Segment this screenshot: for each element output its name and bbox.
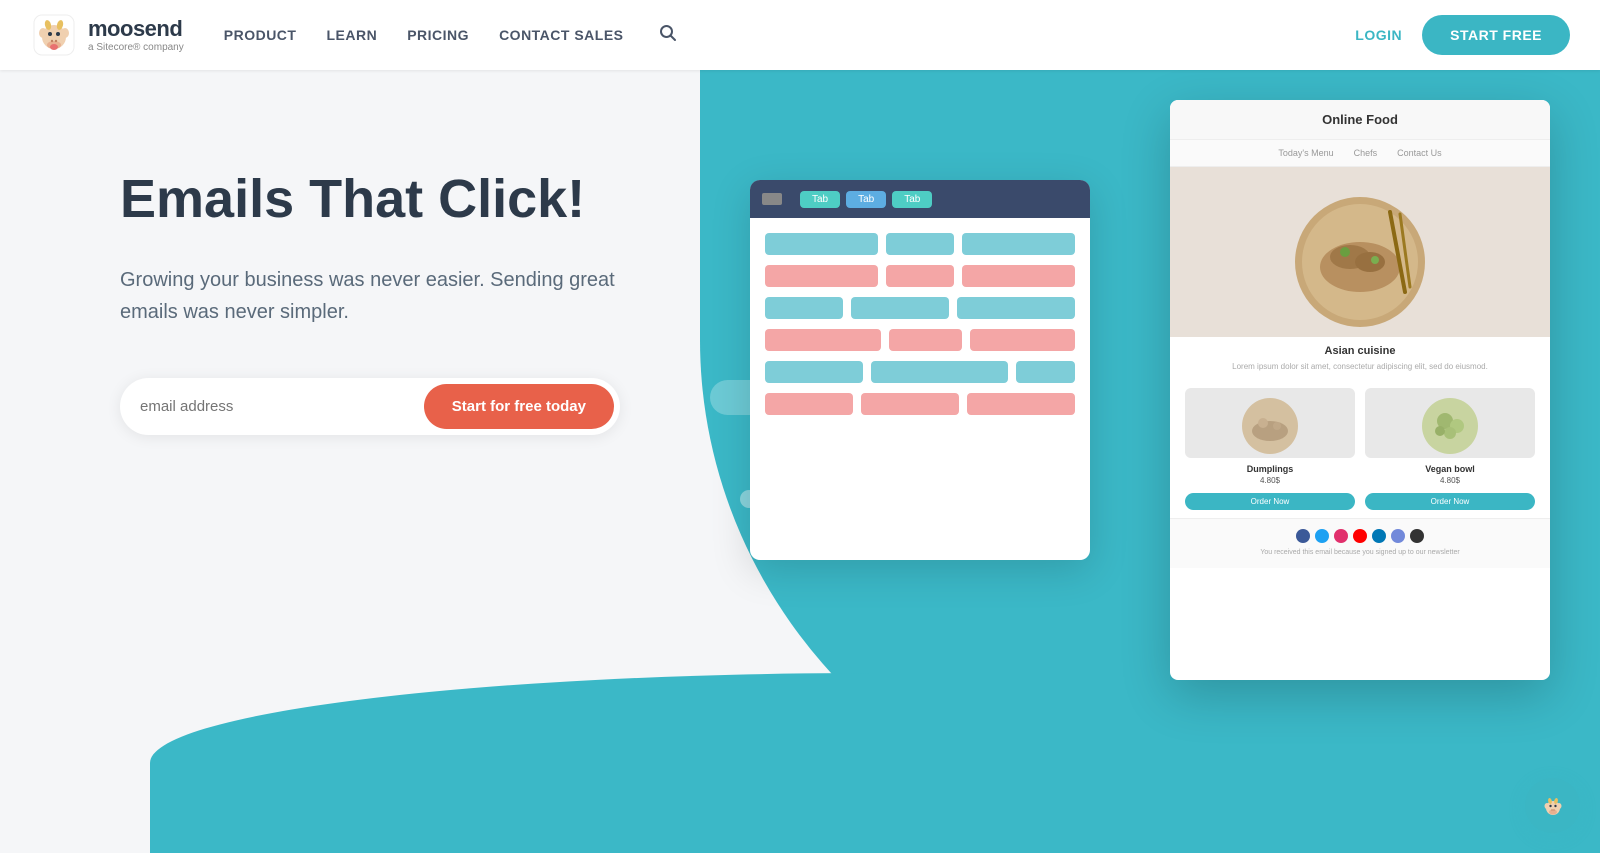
nav-right: LOGIN START FREE — [1355, 15, 1570, 55]
email-form: Start for free today — [120, 378, 620, 435]
logo-subtitle: a Sitecore® company — [88, 42, 184, 53]
nav-learn[interactable]: LEARN — [326, 27, 377, 43]
email-product-2: Vegan bowl 4.80$ Order Now — [1365, 388, 1535, 510]
builder-tab-1: Tab — [800, 191, 840, 208]
navbar: moosend a Sitecore® company PRODUCT LEAR… — [0, 0, 1600, 70]
email-hero-image — [1170, 167, 1550, 337]
builder-tab-2: Tab — [846, 191, 886, 208]
email-template-mockup: Online Food Today's Menu Chefs Contact U… — [1170, 100, 1550, 680]
email-nav-item-2: Chefs — [1354, 148, 1378, 158]
product-name-1: Dumplings — [1185, 464, 1355, 474]
email-input[interactable] — [140, 388, 424, 425]
logo-icon — [30, 11, 78, 59]
github-icon — [1410, 529, 1424, 543]
email-title: Online Food — [1170, 100, 1550, 140]
instagram-icon — [1334, 529, 1348, 543]
mockup-area: Tab Tab Tab — [750, 100, 1550, 750]
email-product-1: Dumplings 4.80$ Order Now — [1185, 388, 1355, 510]
builder-body — [750, 218, 1090, 440]
email-nav: Today's Menu Chefs Contact Us — [1170, 140, 1550, 167]
nav-contact-sales[interactable]: CONTACT SALES — [499, 27, 623, 43]
hero-content: Emails That Click! Growing your business… — [0, 70, 640, 435]
food-illustration — [1260, 172, 1460, 332]
nav-pricing[interactable]: PRICING — [407, 27, 469, 43]
social-icons — [1185, 529, 1535, 543]
email-nav-item-1: Today's Menu — [1278, 148, 1333, 158]
cta-button[interactable]: Start for free today — [424, 384, 614, 429]
order-button-2[interactable]: Order Now — [1365, 493, 1535, 510]
product-price-1: 4.80$ — [1185, 476, 1355, 485]
chat-icon — [1539, 792, 1567, 820]
window-close-icon — [762, 193, 782, 205]
builder-header: Tab Tab Tab — [750, 180, 1090, 218]
facebook-icon — [1296, 529, 1310, 543]
nav-links: PRODUCT LEARN PRICING CONTACT SALES — [224, 24, 1356, 47]
product-name-2: Vegan bowl — [1365, 464, 1535, 474]
product-price-2: 4.80$ — [1365, 476, 1535, 485]
logo[interactable]: moosend a Sitecore® company — [30, 11, 184, 59]
login-button[interactable]: LOGIN — [1355, 27, 1402, 43]
nav-product[interactable]: PRODUCT — [224, 27, 297, 43]
email-nav-item-3: Contact Us — [1397, 148, 1442, 158]
start-free-button[interactable]: START FREE — [1422, 15, 1570, 55]
chat-bubble[interactable] — [1525, 778, 1580, 833]
builder-tab-3: Tab — [892, 191, 932, 208]
hero-title: Emails That Click! — [120, 170, 640, 229]
hero-section: Emails That Click! Growing your business… — [0, 0, 1600, 853]
discord-icon — [1391, 529, 1405, 543]
email-section-desc: Lorem ipsum dolor sit amet, consectetur … — [1170, 361, 1550, 380]
linkedin-icon — [1372, 529, 1386, 543]
search-icon[interactable] — [659, 24, 677, 47]
builder-tabs: Tab Tab Tab — [800, 191, 932, 208]
order-button-1[interactable]: Order Now — [1185, 493, 1355, 510]
product-image-2 — [1365, 388, 1535, 458]
twitter-icon — [1315, 529, 1329, 543]
hero-subtitle: Growing your business was never easier. … — [120, 264, 640, 328]
email-builder-mockup: Tab Tab Tab — [750, 180, 1090, 560]
email-section-title: Asian cuisine — [1170, 337, 1550, 361]
youtube-icon — [1353, 529, 1367, 543]
product-image-1 — [1185, 388, 1355, 458]
email-products: Dumplings 4.80$ Order Now — [1170, 380, 1550, 518]
logo-name: moosend — [88, 17, 184, 41]
email-footer: You received this email because you sign… — [1170, 518, 1550, 568]
footer-text: You received this email because you sign… — [1185, 548, 1535, 558]
